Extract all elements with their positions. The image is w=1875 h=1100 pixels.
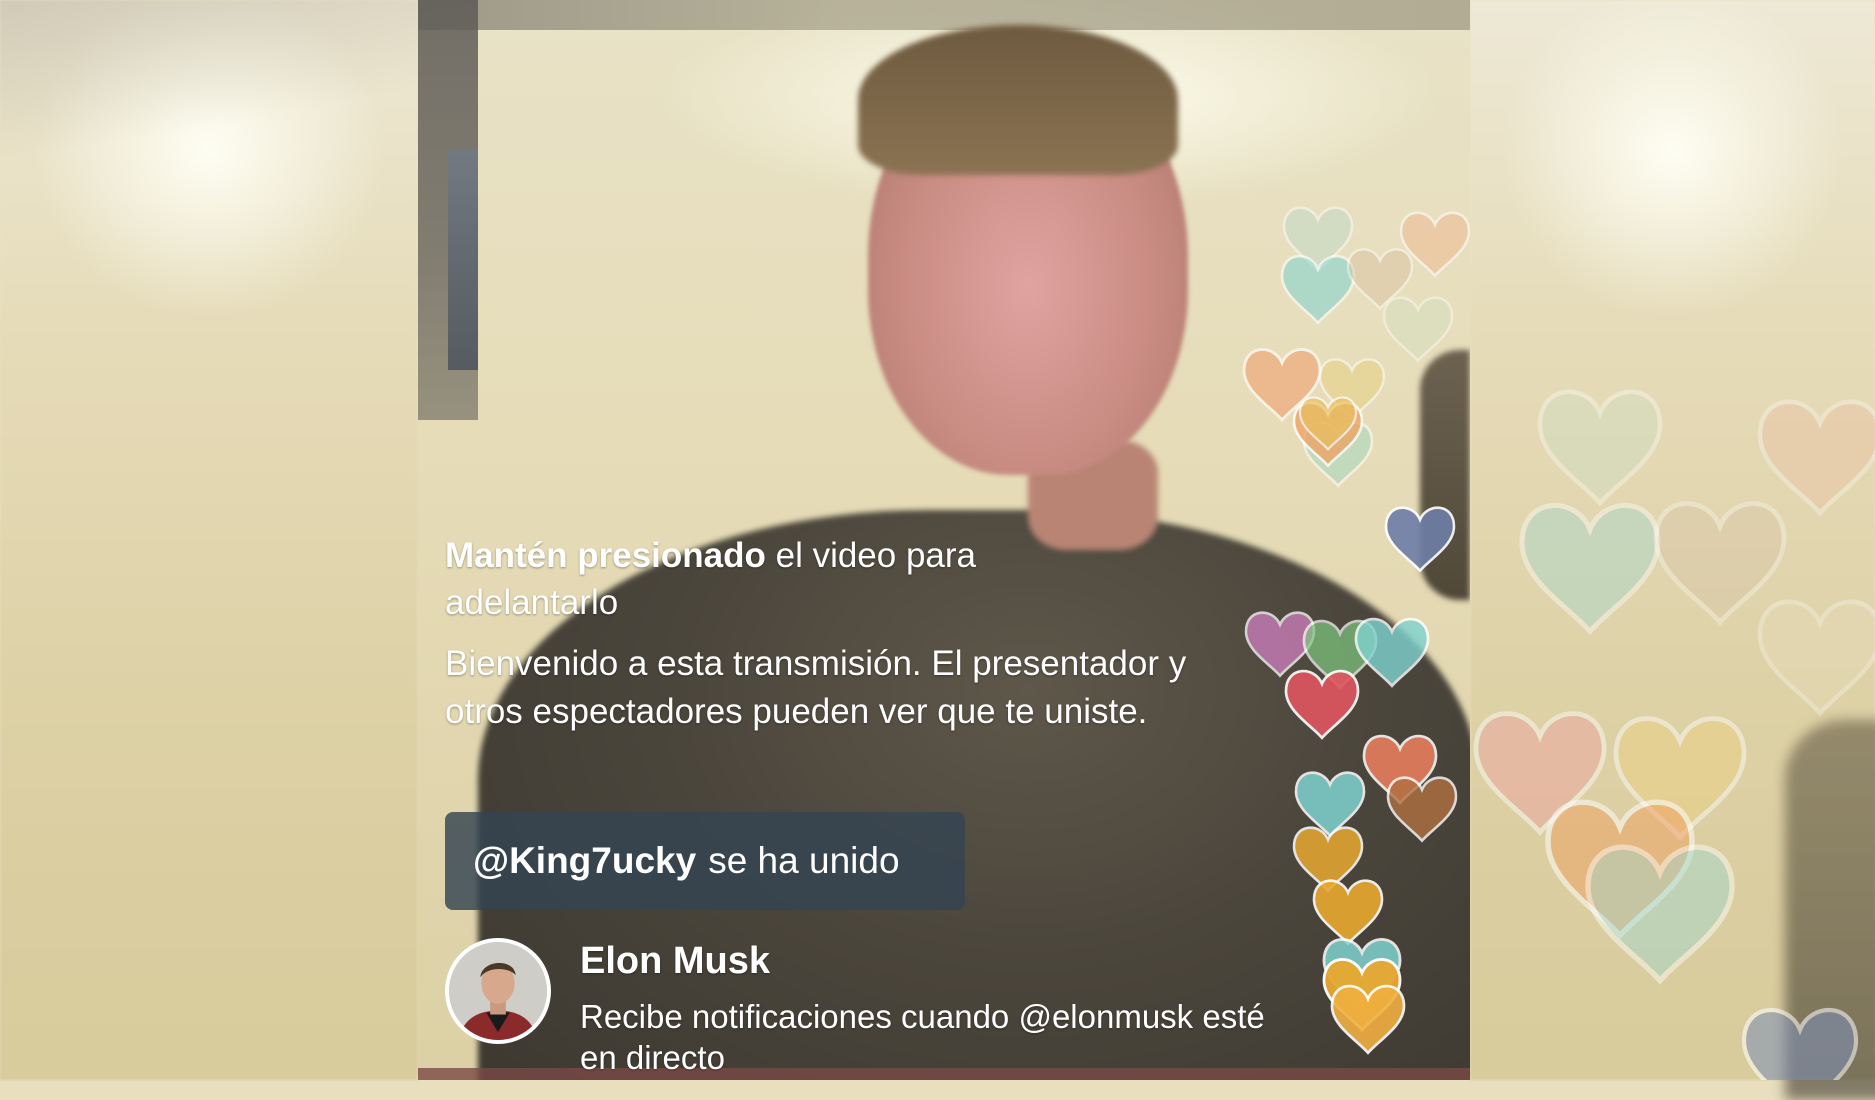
- joined-text: se ha unido: [708, 840, 900, 881]
- blurred-background-right: [1470, 0, 1875, 1100]
- door-panel: [448, 150, 478, 370]
- host-follow-prompt[interactable]: Elon Musk Recibe notificaciones cuando @…: [445, 938, 1345, 1076]
- ceiling: [418, 0, 1470, 30]
- seek-hint-bold: Mantén presionado: [445, 536, 766, 575]
- blurred-background-left: [0, 0, 418, 1080]
- person-hair: [858, 25, 1178, 175]
- join-notification: @King7ucky se ha unido: [445, 812, 965, 910]
- welcome-message: Bienvenido a esta transmisión. El presen…: [445, 644, 1187, 731]
- avatar[interactable]: [445, 938, 551, 1044]
- notification-prompt[interactable]: Recibe notificaciones cuando @elonmusk e…: [580, 996, 1300, 1078]
- avatar-image: [449, 942, 547, 1040]
- blurred-figure: [1785, 720, 1875, 1100]
- host-name[interactable]: Elon Musk: [580, 940, 770, 983]
- side-person: [1420, 350, 1470, 600]
- seek-hint: Mantén presionado el video para adelanta…: [445, 532, 1145, 626]
- joined-user-handle[interactable]: @King7ucky: [473, 840, 696, 882]
